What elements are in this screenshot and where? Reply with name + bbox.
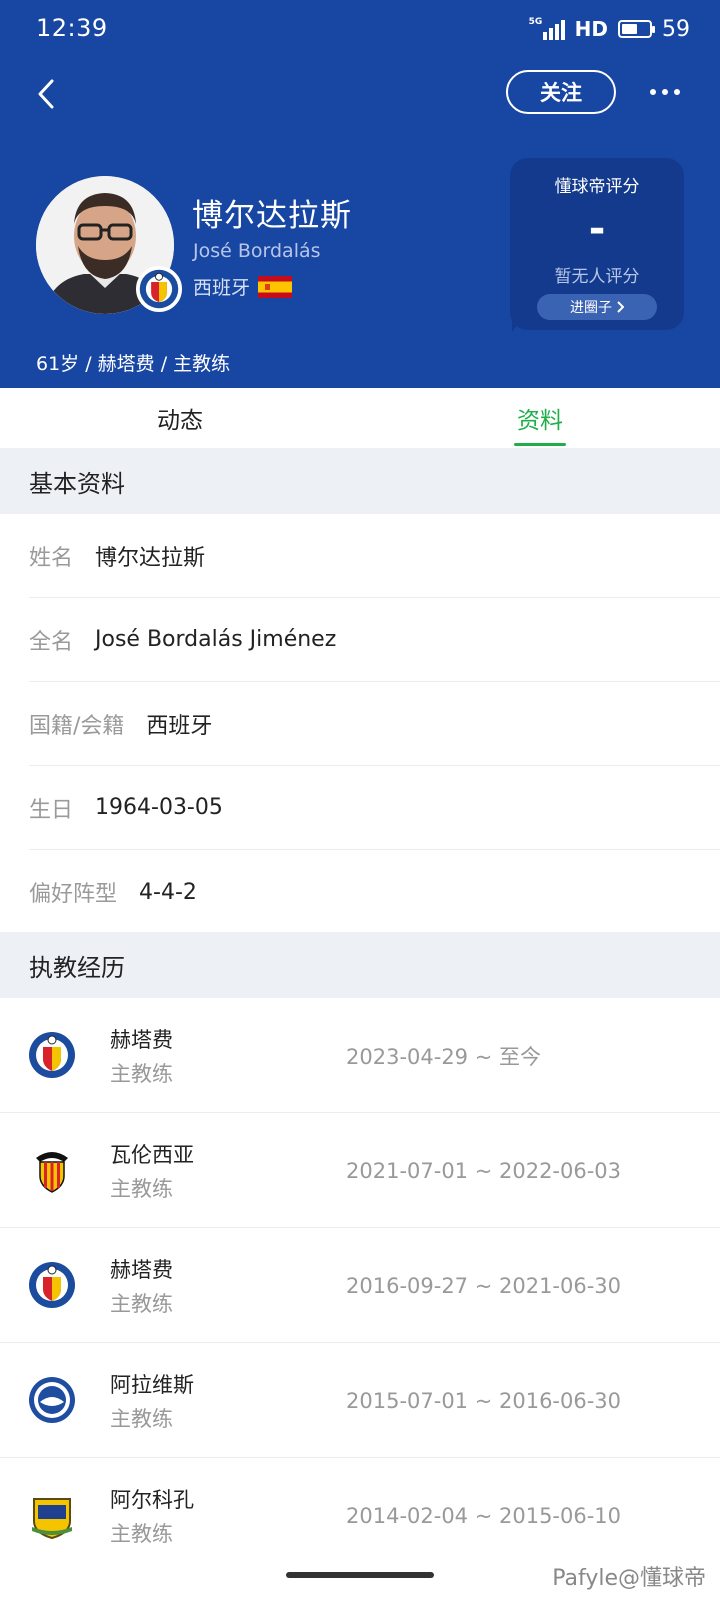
chevron-right-icon [617,301,624,313]
tab-bar: 动态 资料 [0,388,720,448]
info-row-birthday: 生日 1964-03-05 [29,766,720,850]
rating-empty-text: 暂无人评分 [554,267,640,287]
enter-circle-label: 进圈子 [570,300,612,316]
career-role: 主教练 [110,1292,173,1316]
more-icon[interactable] [640,74,690,110]
signal-icon: 5G [528,17,565,40]
nationality-text: 西班牙 [193,277,251,299]
valencia-logo-icon [36,1152,68,1193]
info-row-name: 姓名 博尔达拉斯 [29,514,720,598]
career-dates: 2014-02-04 ~ 2015-06-10 [346,1503,622,1528]
info-row-nationality: 国籍/会籍 西班牙 [29,682,720,766]
enter-circle-button[interactable]: 进圈子 [537,294,657,320]
career-club: 阿拉维斯 [110,1373,194,1397]
career-row[interactable]: 赫塔费 主教练 2023-04-29 ~ 至今 [0,998,720,1113]
follow-button[interactable]: 关注 [506,70,616,114]
coach-name-en: José Bordalás [193,240,321,262]
rating-card-tail [512,318,522,332]
getafe-logo-icon [29,1032,75,1078]
battery-percent: 59 [662,16,690,42]
active-tab-indicator [514,443,566,446]
info-row-fullname: 全名 José Bordalás Jiménez [29,598,720,682]
info-label: 全名 [29,629,74,655]
section-career: 执教经历 [0,932,720,998]
tab-feed[interactable]: 动态 [120,388,240,448]
info-label: 姓名 [29,545,74,571]
status-bar: 12:39 5G HD 59 [0,0,720,60]
info-value: 博尔达拉斯 [95,545,206,571]
rating-value: - [588,206,606,252]
career-role: 主教练 [110,1177,173,1201]
info-label: 生日 [29,797,74,823]
info-value: 西班牙 [146,713,213,739]
back-button[interactable] [26,72,66,116]
spain-flag-icon [258,275,293,298]
career-dates: 2015-07-01 ~ 2016-06-30 [346,1388,622,1413]
alaves-logo-icon [29,1377,75,1423]
career-club: 阿尔科孔 [110,1488,194,1512]
getafe-logo-icon [29,1262,75,1308]
career-club: 赫塔费 [110,1258,173,1282]
career-row[interactable]: 赫塔费 主教练 2016-09-27 ~ 2021-06-30 [0,1228,720,1343]
info-label: 国籍/会籍 [29,713,125,739]
home-indicator[interactable] [286,1572,434,1578]
nationality: 西班牙 [193,273,293,300]
career-club: 赫塔费 [110,1028,173,1052]
section-basic-info: 基本资料 [0,448,720,514]
status-indicators: 5G HD 59 [529,14,690,44]
hd-indicator: HD [574,17,608,41]
career-role: 主教练 [110,1522,173,1546]
career-club: 瓦伦西亚 [110,1143,194,1167]
rating-card: 懂球帝评分 - 暂无人评分 进圈子 [510,158,684,330]
career-dates: 2023-04-29 ~ 至今 [346,1044,541,1069]
info-row-formation: 偏好阵型 4-4-2 [29,850,720,934]
profile-header: 12:39 5G HD 59 关注 博尔达拉斯 José Bordalás 西班… [0,0,720,388]
status-time: 12:39 [36,14,108,42]
rating-title: 懂球帝评分 [554,177,640,197]
watermark: Pafyle@懂球帝 [552,1566,706,1591]
tab-profile[interactable]: 资料 [480,388,600,448]
club-badge-icon [136,266,182,312]
career-row[interactable]: 阿拉维斯 主教练 2015-07-01 ~ 2016-06-30 [0,1343,720,1458]
coach-name-cn: 博尔达拉斯 [192,198,352,234]
chevron-left-icon [38,79,54,109]
career-dates: 2021-07-01 ~ 2022-06-03 [346,1158,622,1183]
network-type: 5G [528,17,543,27]
info-value: José Bordalás Jiménez [95,627,337,652]
info-value: 4-4-2 [139,879,197,905]
info-label: 偏好阵型 [29,882,118,907]
career-row[interactable]: 阿尔科孔 主教练 2014-02-04 ~ 2015-06-10 [0,1458,720,1573]
alcorcon-logo-icon [32,1498,72,1539]
career-dates: 2016-09-27 ~ 2021-06-30 [346,1273,622,1298]
coach-meta: 61岁 / 赫塔费 / 主教练 [36,353,231,375]
career-role: 主教练 [110,1407,173,1431]
info-value: 1964-03-05 [95,795,223,820]
battery-icon [618,20,655,38]
career-row[interactable]: 瓦伦西亚 主教练 2021-07-01 ~ 2022-06-03 [0,1113,720,1228]
career-role: 主教练 [110,1062,173,1086]
